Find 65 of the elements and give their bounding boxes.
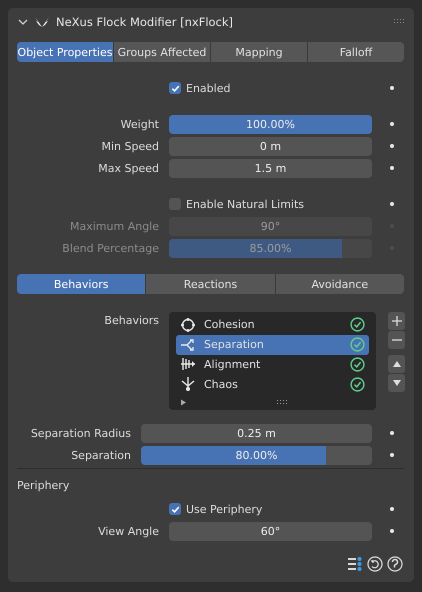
field-label: Max Speed	[97, 162, 159, 174]
keyframe-dot-icon[interactable]	[390, 529, 394, 533]
keyframe-dot-icon[interactable]	[390, 453, 394, 457]
move-down-button[interactable]	[388, 374, 405, 392]
check-circle-icon[interactable]	[350, 356, 365, 372]
check-circle-icon[interactable]	[350, 376, 365, 392]
keyframe-dot-icon[interactable]	[390, 86, 394, 90]
split-arrow-icon	[180, 336, 196, 353]
check-circle-icon[interactable]	[350, 317, 365, 332]
panel-title: NeXus Flock Modifier [nxFlock]	[56, 14, 234, 28]
tab[interactable]: Object Properties	[17, 42, 113, 62]
move-up-button[interactable]	[388, 355, 405, 373]
checkbox-label: Enable Natural Limits	[186, 198, 304, 210]
plus-icon	[392, 316, 402, 326]
field-label: Weight	[120, 118, 159, 130]
parallel-lines-icon	[180, 356, 196, 372]
tab[interactable]: Reactions	[146, 274, 275, 294]
tab[interactable]: Mapping	[211, 42, 307, 62]
checkbox-label: Use Periphery	[186, 502, 262, 516]
item-name: Chaos	[204, 378, 239, 391]
list-dots-icon[interactable]	[347, 556, 363, 572]
slider[interactable]: 80.00%	[141, 446, 372, 464]
checkbox-label: Enabled	[186, 82, 230, 94]
list-item[interactable]: Separation	[176, 334, 369, 355]
add-button[interactable]	[388, 312, 405, 330]
tab[interactable]: Behaviors	[17, 274, 146, 294]
keyframe-dot-icon[interactable]	[390, 202, 394, 206]
keyframe-dot-icon[interactable]	[390, 122, 394, 126]
keyframe-dot-icon[interactable]	[390, 144, 394, 148]
checkbox[interactable]	[169, 82, 181, 94]
field-label: Separation Radius	[30, 426, 131, 440]
item-name: Cohesion	[204, 318, 256, 332]
field-label: Separation	[70, 448, 131, 462]
number-field[interactable]: 1.5 m	[169, 158, 372, 178]
number-field[interactable]: 0.25 m	[141, 424, 372, 442]
field-label: Blend Percentage	[61, 242, 159, 254]
checkbox[interactable]	[169, 503, 181, 515]
item-name: Alignment	[204, 358, 262, 371]
wings-icon	[34, 16, 50, 28]
section-title: Periphery	[17, 479, 70, 494]
slider[interactable]: 100.00%	[169, 114, 372, 134]
list-item[interactable]: Alignment	[176, 354, 369, 374]
field-label: View Angle	[97, 524, 159, 538]
list-item[interactable]: Cohesion	[176, 315, 369, 335]
refresh-icon[interactable]	[367, 556, 383, 572]
keyframe-dot-icon[interactable]	[390, 166, 394, 170]
keyframe-dot-icon[interactable]	[390, 431, 394, 435]
list-label: Behaviors	[103, 314, 159, 327]
triangle-down-icon	[392, 379, 402, 387]
tab[interactable]: Avoidance	[276, 274, 404, 294]
check-circle-icon[interactable]	[350, 337, 365, 352]
help-icon[interactable]	[387, 556, 403, 572]
expand-triangle-icon[interactable]	[180, 398, 187, 406]
chevron-down-icon[interactable]	[18, 16, 28, 26]
list-item[interactable]: Chaos	[176, 374, 369, 394]
tab[interactable]: Groups Affected	[114, 42, 210, 62]
remove-button[interactable]	[388, 331, 405, 349]
tab[interactable]: Falloff	[308, 42, 404, 62]
number-field[interactable]: 60°	[169, 522, 372, 540]
field-label: Min Speed	[100, 140, 159, 152]
number-field[interactable]: 0 m	[169, 136, 372, 156]
field-label: Maximum Angle	[69, 220, 159, 232]
triangle-up-icon	[392, 360, 402, 368]
item-name: Separation	[204, 338, 265, 352]
keyframe-dot-icon[interactable]	[390, 507, 394, 511]
